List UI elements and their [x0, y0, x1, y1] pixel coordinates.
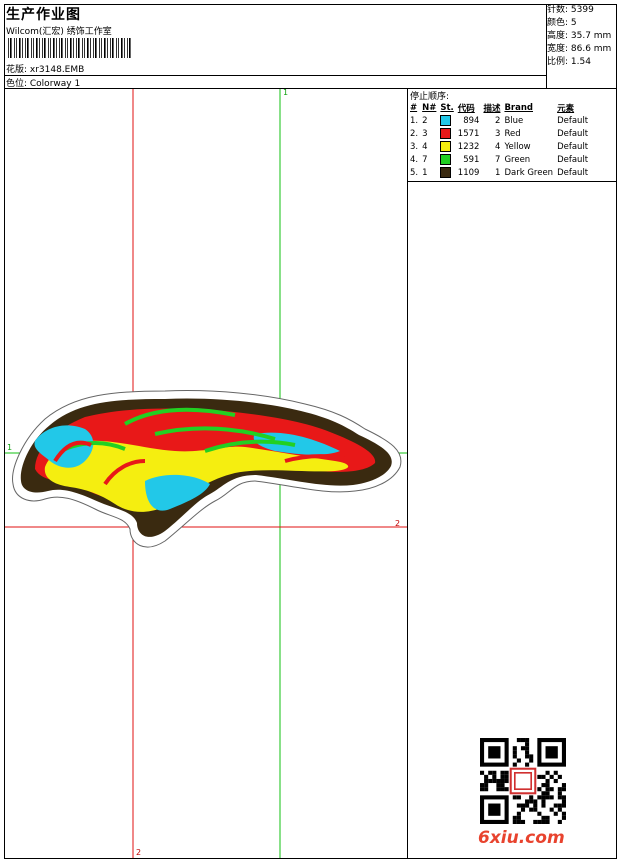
table-divider — [407, 181, 617, 182]
stats-panel: 针数: 5399 颜色: 5 高度: 35.7 mm 宽度: 86.6 mm 比… — [547, 4, 611, 69]
row-code: 4 — [495, 141, 501, 152]
column-header: 代码 — [457, 103, 475, 114]
table-row: 1. 2 894 2 Blue Default — [408, 114, 590, 127]
guide-label-top: 1 — [283, 89, 288, 97]
stop-sequence-table: # N# St. 代码 描述 Brand 元素 1. 2 894 2 Blue Default 2. 3 1… — [408, 101, 590, 179]
table-row: 2. 3 1571 3 Red Default — [408, 127, 590, 140]
row-description: Green — [504, 154, 531, 165]
row-description: Dark Green — [504, 167, 554, 178]
header-divider-stats — [4, 75, 546, 76]
color-swatch — [440, 167, 452, 178]
table-row: 5. 1 1109 1 Dark Green Default — [408, 166, 590, 179]
row-swatch — [438, 166, 455, 179]
column-header: St. — [440, 102, 454, 113]
row-brand: Default — [557, 154, 589, 165]
row-stitches: 894 — [463, 115, 480, 126]
row-stitches: 1109 — [457, 167, 480, 178]
row-code: 3 — [495, 128, 501, 139]
site-watermark: 6xiu.com — [478, 828, 565, 848]
design-scale: 比例: 1.54 — [547, 57, 591, 67]
row-code: 7 — [495, 154, 501, 165]
studio-subtitle: Wilcom(汇宏) 绣饰工作室 — [6, 27, 112, 37]
row-swatch — [438, 153, 455, 166]
row-needle: 2 — [422, 115, 428, 126]
row-stitches: 591 — [463, 154, 480, 165]
color-swatch — [440, 128, 452, 139]
color-swatch — [440, 141, 452, 152]
row-description: Blue — [504, 115, 524, 126]
stitch-count: 针数: 5399 — [547, 5, 594, 15]
table-row: 4. 7 591 7 Green Default — [408, 153, 590, 166]
design-width: 宽度: 86.6 mm — [547, 44, 612, 54]
colorway-label: 色位: Colorway 1 — [6, 79, 81, 89]
row-seq: 4. — [410, 154, 419, 165]
panel-divider — [407, 88, 408, 859]
row-swatch — [438, 127, 455, 140]
column-header: # — [410, 102, 418, 113]
row-description: Yellow — [504, 141, 531, 152]
row-brand: Default — [557, 167, 589, 178]
guide-label-bottom: 2 — [136, 848, 141, 857]
row-code: 1 — [495, 167, 501, 178]
column-header: N# — [422, 102, 437, 113]
row-brand: Default — [557, 141, 589, 152]
guide-label-left: 1 — [7, 443, 12, 452]
color-count: 颜色: 5 — [547, 18, 577, 28]
column-header: 描述 — [483, 103, 501, 114]
design-height: 高度: 35.7 mm — [547, 31, 612, 41]
row-brand: Default — [557, 115, 589, 126]
color-swatch — [440, 115, 452, 126]
row-seq: 2. — [410, 128, 419, 139]
table-row: 3. 4 1232 4 Yellow Default — [408, 140, 590, 153]
row-seq: 5. — [410, 167, 419, 178]
row-stitches: 1571 — [457, 128, 480, 139]
row-needle: 7 — [422, 154, 428, 165]
row-swatch — [438, 114, 455, 127]
design-canvas: 1 1 2 2 — [5, 89, 407, 858]
row-brand: Default — [557, 128, 589, 139]
column-header: 元素 — [557, 103, 575, 114]
row-description: Red — [504, 128, 521, 139]
table-header-row: # N# St. 代码 描述 Brand 元素 — [408, 101, 590, 114]
design-file-label: 花版: xr3148.EMB — [6, 65, 85, 75]
row-seq: 3. — [410, 141, 419, 152]
row-needle: 4 — [422, 141, 428, 152]
qr-code — [480, 738, 566, 824]
row-stitches: 1232 — [457, 141, 480, 152]
column-header: Brand — [504, 102, 533, 113]
table-body: 1. 2 894 2 Blue Default 2. 3 1571 3 Red Default 3. 4 1… — [408, 114, 590, 179]
row-needle: 1 — [422, 167, 428, 178]
row-needle: 3 — [422, 128, 428, 139]
row-code: 2 — [495, 115, 501, 126]
barcode — [8, 38, 131, 58]
guide-label-right: 2 — [395, 519, 400, 528]
row-swatch — [438, 140, 455, 153]
row-seq: 1. — [410, 115, 419, 126]
color-swatch — [440, 154, 452, 165]
page-title: 生产作业图 — [6, 7, 81, 23]
